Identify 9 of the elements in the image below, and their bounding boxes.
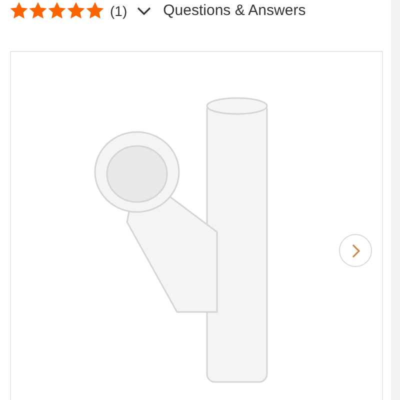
star-icon: [29, 2, 47, 20]
chevron-down-icon[interactable]: [137, 6, 152, 16]
questions-link[interactable]: Questions & Answers: [163, 0, 306, 22]
star-icon: [10, 2, 28, 20]
review-count: (1): [110, 2, 128, 21]
star-icon: [48, 2, 66, 20]
chevron-right-icon: [350, 244, 360, 258]
star-icon: [67, 2, 85, 20]
star-icon: [86, 2, 104, 20]
